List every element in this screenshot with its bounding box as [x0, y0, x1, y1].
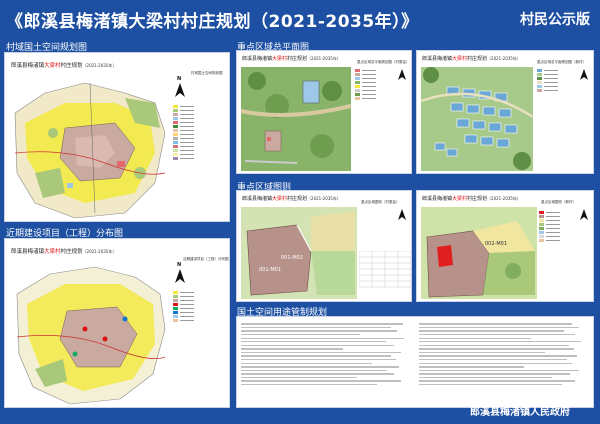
near-term-map: 郎溪县梅渚镇大梁村村庄规划（2021-2035年） 近期建设项目（工程）分布图 … [4, 238, 230, 408]
parcel-label: 001-M01 [259, 267, 282, 273]
text-column-right [419, 321, 589, 388]
parcel-label: 001-M02 [281, 255, 304, 261]
legend [173, 291, 223, 323]
compass-icon: N [173, 262, 187, 287]
edition-label: 村民公示版 [520, 12, 590, 28]
issuer-footer: 郎溪县梅渚镇人民政府 [470, 407, 570, 418]
land-control-text [236, 316, 594, 408]
compass-icon [397, 209, 407, 223]
village-space-map: 郎溪县梅渚镇大梁村村庄规划（2021-2035年） 村域国土空间规划图 N [4, 52, 230, 222]
key-area-plan-a: 郎溪县梅渚镇大梁村村庄规划（2021-2035年） 重点区域总平面规划图（村委会… [236, 50, 412, 174]
compass-icon: N [173, 76, 187, 101]
page-title: 《郎溪县梅渚镇大梁村村庄规划（2021-2035年）》 [6, 12, 419, 32]
key-area-plan-b: 郎溪县梅渚镇大梁村村庄规划（2021-2035年） 重点区域总平面规划图（新村） [416, 50, 594, 174]
parcel-table [359, 251, 411, 288]
poster: 《郎溪县梅渚镇大梁村村庄规划（2021-2035年）》 村民公示版 村域国土空间… [0, 0, 600, 424]
zoning-map-a: 郎溪县梅渚镇大梁村村庄规划（2021-2035年） 重点区域图则（村委会） 00… [236, 190, 412, 302]
zoning-map-b: 郎溪县梅渚镇大梁村村庄规划（2021-2035年） 重点区域图则（新村） 002… [416, 190, 594, 302]
legend [173, 105, 223, 161]
parcel-label: 002-M01 [485, 241, 508, 247]
near-term-drawing [16, 266, 166, 405]
title-bar: 《郎溪县梅渚镇大梁村村庄规划（2021-2035年）》 村民公示版 [0, 0, 600, 36]
compass-icon [397, 69, 407, 83]
text-column-left [241, 321, 411, 388]
compass-icon [579, 209, 589, 223]
compass-icon [579, 69, 589, 83]
